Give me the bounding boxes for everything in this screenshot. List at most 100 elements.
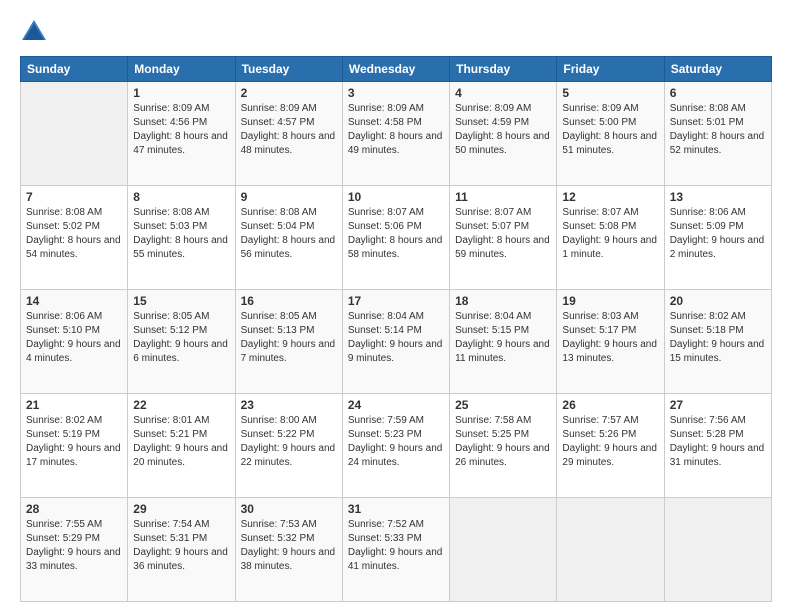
calendar-cell: 14 Sunrise: 8:06 AMSunset: 5:10 PMDayligh… [21,290,128,394]
calendar-cell: 8 Sunrise: 8:08 AMSunset: 5:03 PMDaylight… [128,186,235,290]
day-number: 14 [26,294,122,308]
day-info: Sunrise: 8:09 AMSunset: 4:57 PMDaylight:… [241,102,337,158]
day-info: Sunrise: 7:52 AMSunset: 5:33 PMDaylight:… [348,518,444,574]
day-number: 8 [133,190,229,204]
day-info: Sunrise: 7:53 AMSunset: 5:32 PMDaylight:… [241,518,337,574]
day-info: Sunrise: 8:09 AMSunset: 5:00 PMDaylight:… [562,102,658,158]
day-info: Sunrise: 8:08 AMSunset: 5:04 PMDaylight:… [241,206,337,262]
week-row-0: 1 Sunrise: 8:09 AMSunset: 4:56 PMDaylight… [21,82,772,186]
day-info: Sunrise: 8:07 AMSunset: 5:07 PMDaylight:… [455,206,551,262]
day-info: Sunrise: 7:54 AMSunset: 5:31 PMDaylight:… [133,518,229,574]
day-info: Sunrise: 8:09 AMSunset: 4:58 PMDaylight:… [348,102,444,158]
day-number: 17 [348,294,444,308]
day-info: Sunrise: 8:07 AMSunset: 5:06 PMDaylight:… [348,206,444,262]
day-number: 3 [348,86,444,100]
day-info: Sunrise: 8:09 AMSunset: 4:56 PMDaylight:… [133,102,229,158]
day-info: Sunrise: 8:06 AMSunset: 5:10 PMDaylight:… [26,310,122,366]
calendar-cell: 4Sunrise: 8:09 AMSunset: 4:59 PMDaylight… [450,82,557,186]
day-number: 12 [562,190,658,204]
day-info: Sunrise: 7:56 AMSunset: 5:28 PMDaylight:… [670,414,766,470]
calendar-cell: 5 Sunrise: 8:09 AMSunset: 5:00 PMDaylight… [557,82,664,186]
weekday-header-friday: Friday [557,57,664,82]
day-number: 7 [26,190,122,204]
calendar-cell: 27 Sunrise: 7:56 AMSunset: 5:28 PMDayligh… [664,394,771,498]
day-info: Sunrise: 8:00 AMSunset: 5:22 PMDaylight:… [241,414,337,470]
day-number: 20 [670,294,766,308]
day-number: 2 [241,86,337,100]
day-number: 21 [26,398,122,412]
calendar-cell [664,498,771,602]
day-number: 16 [241,294,337,308]
day-info: Sunrise: 8:04 AMSunset: 5:15 PMDaylight:… [455,310,551,366]
day-number: 1 [133,86,229,100]
day-info: Sunrise: 8:03 AMSunset: 5:17 PMDaylight:… [562,310,658,366]
calendar-cell [557,498,664,602]
day-info: Sunrise: 7:59 AMSunset: 5:23 PMDaylight:… [348,414,444,470]
calendar-cell: 2 Sunrise: 8:09 AMSunset: 4:57 PMDaylight… [235,82,342,186]
calendar-cell: 23 Sunrise: 8:00 AMSunset: 5:22 PMDayligh… [235,394,342,498]
day-info: Sunrise: 8:08 AMSunset: 5:01 PMDaylight:… [670,102,766,158]
day-info: Sunrise: 8:06 AMSunset: 5:09 PMDaylight:… [670,206,766,262]
week-row-2: 14 Sunrise: 8:06 AMSunset: 5:10 PMDayligh… [21,290,772,394]
day-info: Sunrise: 8:08 AMSunset: 5:02 PMDaylight:… [26,206,122,262]
day-info: Sunrise: 8:08 AMSunset: 5:03 PMDaylight:… [133,206,229,262]
day-number: 9 [241,190,337,204]
weekday-header-saturday: Saturday [664,57,771,82]
day-info: Sunrise: 7:55 AMSunset: 5:29 PMDaylight:… [26,518,122,574]
day-info: Sunrise: 8:07 AMSunset: 5:08 PMDaylight:… [562,206,658,262]
logo [20,18,52,46]
header [20,18,772,46]
calendar-cell: 15Sunrise: 8:05 AMSunset: 5:12 PMDayligh… [128,290,235,394]
weekday-row: SundayMondayTuesdayWednesdayThursdayFrid… [21,57,772,82]
calendar-cell: 7 Sunrise: 8:08 AMSunset: 5:02 PMDaylight… [21,186,128,290]
calendar-cell: 13Sunrise: 8:06 AMSunset: 5:09 PMDayligh… [664,186,771,290]
logo-icon [20,18,48,46]
calendar-cell: 18 Sunrise: 8:04 AMSunset: 5:15 PMDayligh… [450,290,557,394]
calendar-cell: 31Sunrise: 7:52 AMSunset: 5:33 PMDayligh… [342,498,449,602]
calendar-cell: 16Sunrise: 8:05 AMSunset: 5:13 PMDayligh… [235,290,342,394]
day-number: 24 [348,398,444,412]
day-info: Sunrise: 8:09 AMSunset: 4:59 PMDaylight:… [455,102,551,158]
calendar-cell: 9 Sunrise: 8:08 AMSunset: 5:04 PMDaylight… [235,186,342,290]
weekday-header-monday: Monday [128,57,235,82]
day-number: 23 [241,398,337,412]
day-info: Sunrise: 8:02 AMSunset: 5:19 PMDaylight:… [26,414,122,470]
calendar-cell: 1 Sunrise: 8:09 AMSunset: 4:56 PMDaylight… [128,82,235,186]
day-number: 25 [455,398,551,412]
day-number: 27 [670,398,766,412]
calendar-cell [21,82,128,186]
day-number: 28 [26,502,122,516]
calendar-cell: 22 Sunrise: 8:01 AMSunset: 5:21 PMDayligh… [128,394,235,498]
day-number: 5 [562,86,658,100]
weekday-header-thursday: Thursday [450,57,557,82]
day-number: 6 [670,86,766,100]
day-number: 18 [455,294,551,308]
calendar-cell: 17Sunrise: 8:04 AMSunset: 5:14 PMDayligh… [342,290,449,394]
day-info: Sunrise: 8:05 AMSunset: 5:12 PMDaylight:… [133,310,229,366]
weekday-header-sunday: Sunday [21,57,128,82]
day-number: 29 [133,502,229,516]
day-info: Sunrise: 8:01 AMSunset: 5:21 PMDaylight:… [133,414,229,470]
calendar-cell: 24 Sunrise: 7:59 AMSunset: 5:23 PMDayligh… [342,394,449,498]
day-info: Sunrise: 7:58 AMSunset: 5:25 PMDaylight:… [455,414,551,470]
day-number: 11 [455,190,551,204]
week-row-4: 28 Sunrise: 7:55 AMSunset: 5:29 PMDayligh… [21,498,772,602]
calendar-cell: 12 Sunrise: 8:07 AMSunset: 5:08 PMDayligh… [557,186,664,290]
calendar-cell [450,498,557,602]
day-number: 22 [133,398,229,412]
day-number: 19 [562,294,658,308]
day-number: 26 [562,398,658,412]
calendar-cell: 26 Sunrise: 7:57 AMSunset: 5:26 PMDayligh… [557,394,664,498]
calendar-cell: 3 Sunrise: 8:09 AMSunset: 4:58 PMDaylight… [342,82,449,186]
calendar-cell: 30 Sunrise: 7:53 AMSunset: 5:32 PMDayligh… [235,498,342,602]
day-info: Sunrise: 7:57 AMSunset: 5:26 PMDaylight:… [562,414,658,470]
calendar-cell: 25 Sunrise: 7:58 AMSunset: 5:25 PMDayligh… [450,394,557,498]
day-number: 30 [241,502,337,516]
calendar-cell: 6 Sunrise: 8:08 AMSunset: 5:01 PMDaylight… [664,82,771,186]
calendar-cell: 10Sunrise: 8:07 AMSunset: 5:06 PMDayligh… [342,186,449,290]
calendar-cell: 29 Sunrise: 7:54 AMSunset: 5:31 PMDayligh… [128,498,235,602]
day-info: Sunrise: 8:02 AMSunset: 5:18 PMDaylight:… [670,310,766,366]
page: SundayMondayTuesdayWednesdayThursdayFrid… [0,0,792,612]
calendar-cell: 11 Sunrise: 8:07 AMSunset: 5:07 PMDayligh… [450,186,557,290]
calendar-table: SundayMondayTuesdayWednesdayThursdayFrid… [20,56,772,602]
